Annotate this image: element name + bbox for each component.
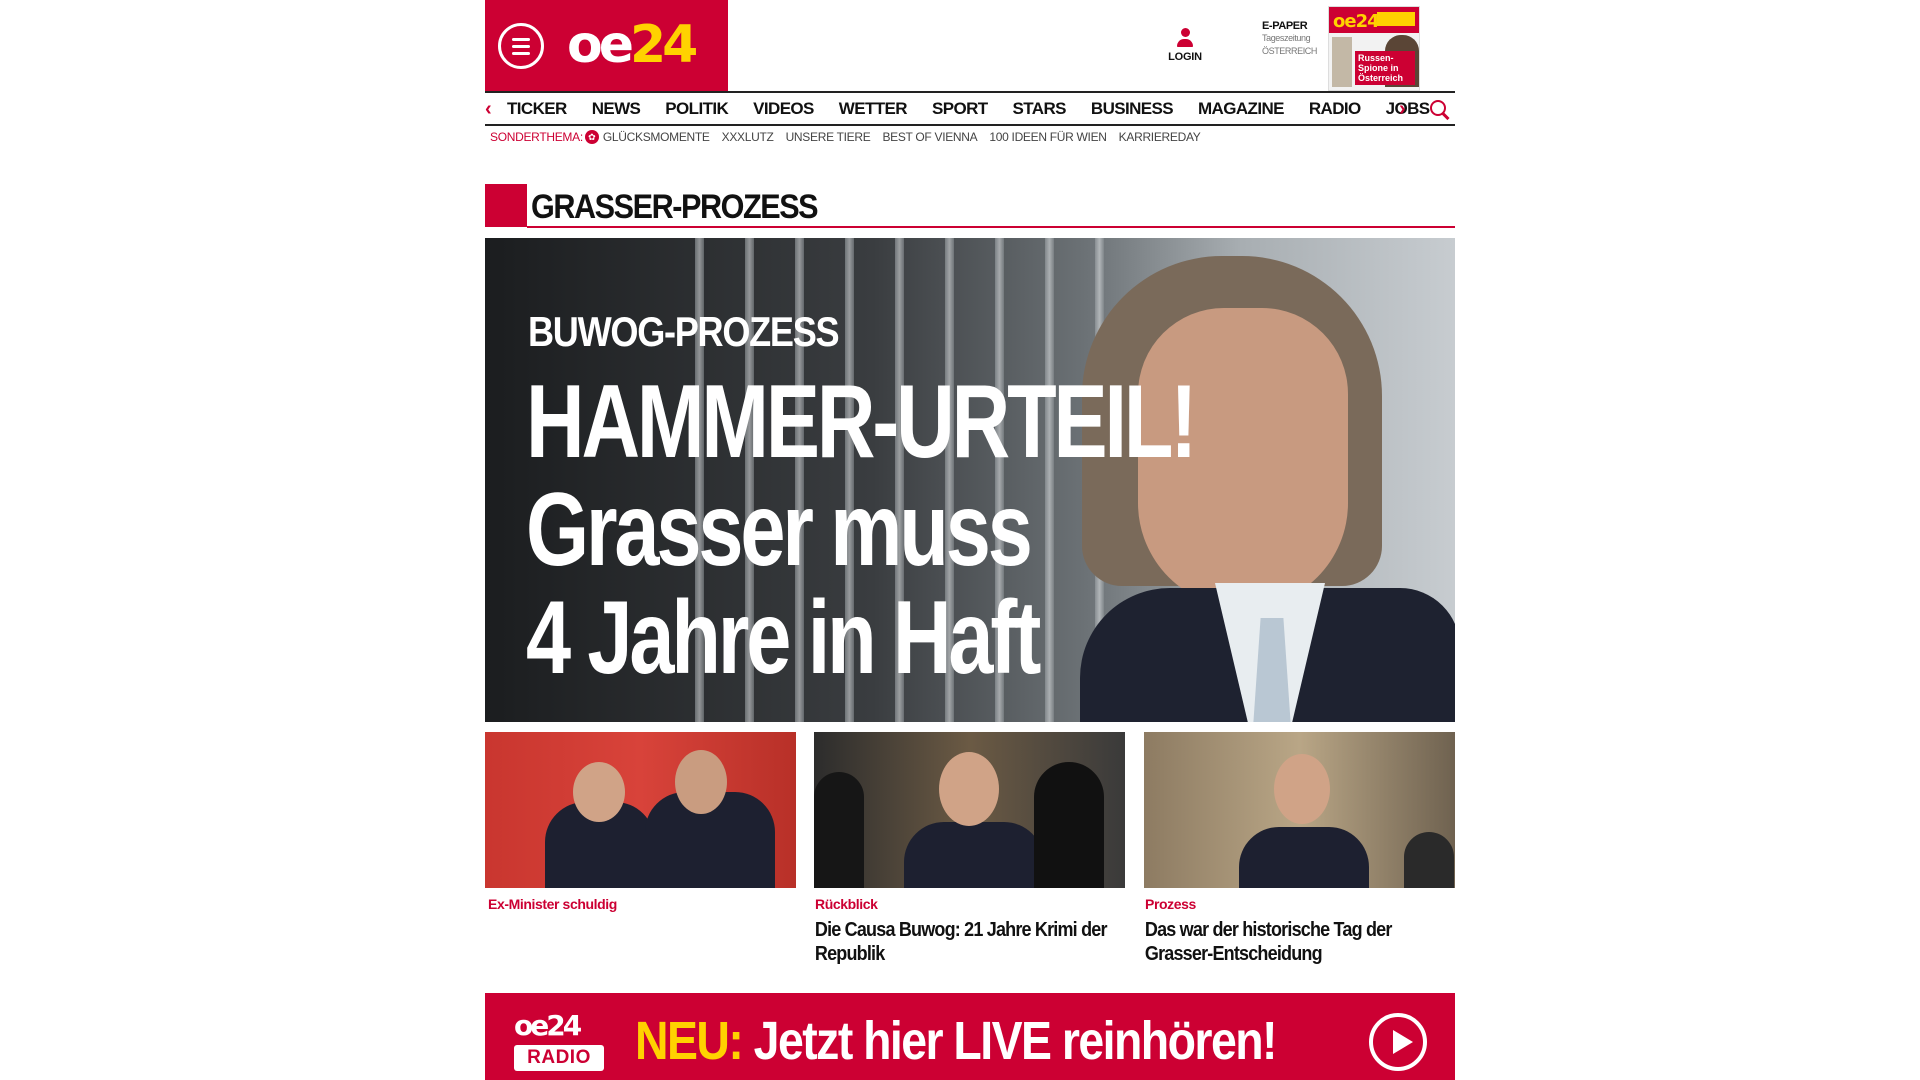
login-label: LOGIN [1168, 51, 1202, 63]
hero-headline-line-1: HAMMER-URTEIL! [526, 364, 1197, 480]
teaser-title: Das war der historische Tag der Grasser-… [1144, 919, 1392, 965]
epaper-subtitle: Tageszeitung [1262, 33, 1311, 43]
play-icon[interactable] [1369, 1013, 1427, 1071]
subnav-item-unsere-tiere[interactable]: UNSERE TIERE [786, 130, 871, 144]
sonderthema-label: SONDERTHEMA: [490, 130, 583, 144]
nav-item-jobs[interactable]: JOBS [1386, 99, 1431, 119]
radio-logo-box: RADIO [514, 1045, 604, 1071]
subnav-item-karriereday[interactable]: KARRIEREDAY [1119, 130, 1201, 144]
nav-item-ticker[interactable]: TICKER [507, 99, 567, 119]
nav-prev-arrow-icon[interactable]: ‹ [485, 99, 492, 119]
section-title[interactable]: GRASSER-PROZESS [531, 188, 819, 226]
section-marker [485, 184, 527, 227]
radio-banner-neu: NEU: [635, 1011, 744, 1071]
subnav-item-best-of-vienna[interactable]: BEST OF VIENNA [882, 130, 977, 144]
user-icon [1176, 28, 1194, 48]
teaser-image [814, 732, 1125, 888]
search-icon[interactable] [1429, 99, 1451, 121]
nav-item-politik[interactable]: POLITIK [665, 99, 728, 119]
teaser-card[interactable]: Ex-Minister schuldig [485, 732, 796, 918]
nav-item-news[interactable]: NEWS [592, 99, 641, 119]
section-heading: GRASSER-PROZESS [485, 184, 1455, 230]
site-logo[interactable]: oe24 [567, 10, 698, 80]
radio-logo-top: oe24 [514, 1009, 582, 1042]
nav-item-stars[interactable]: STARS [1013, 99, 1067, 119]
radio-logo: oe24 RADIO [514, 1011, 606, 1071]
login-button[interactable]: LOGIN [1160, 28, 1210, 63]
hero-article[interactable]: BUWOG-PROZESS HAMMER-URTEIL! Grasser mus… [485, 238, 1455, 722]
teaser-row: Ex-Minister schuldig Rückblick Die Causa… [485, 732, 1455, 972]
hero-headline-line-3: 4 Jahre in Haft [526, 580, 1041, 696]
teaser-image [1144, 732, 1455, 888]
radio-banner[interactable]: oe24 RADIO NEU: Jetzt hier LIVE reinhöre… [485, 993, 1455, 1080]
teaser-image [485, 732, 796, 888]
nav-item-magazine[interactable]: MAGAZINE [1198, 99, 1284, 119]
epaper-title: E-PAPER [1262, 20, 1308, 32]
radio-banner-cta: Jetzt hier LIVE reinhören! [753, 1011, 1278, 1071]
nav-next-arrow-icon[interactable]: › [1399, 99, 1406, 119]
epaper-cover-logo: oe24 [1333, 11, 1380, 32]
nav-items: TICKER NEWS POLITIK VIDEOS WETTER SPORT … [507, 99, 1455, 119]
clover-icon: ✿ [584, 130, 599, 144]
epaper-edition: ÖSTERREICH [1262, 46, 1318, 56]
hero-portrait [1060, 238, 1455, 722]
nav-item-business[interactable]: BUSINESS [1091, 99, 1174, 119]
nav-item-radio[interactable]: RADIO [1309, 99, 1361, 119]
hero-kicker: BUWOG-PROZESS [528, 308, 840, 355]
site-header: oe24 LOGIN E-PAPER Tageszeitung ÖSTERREI… [485, 0, 1455, 91]
subnav-item-xxxlutz[interactable]: XXXLUTZ [722, 130, 774, 144]
teaser-card[interactable]: Prozess Das war der historische Tag der … [1144, 732, 1455, 966]
hamburger-menu-icon[interactable] [498, 23, 544, 69]
page: oe24 LOGIN E-PAPER Tageszeitung ÖSTERREI… [485, 0, 1455, 1080]
section-divider [527, 226, 1455, 228]
teaser-kicker: Ex-Minister schuldig [488, 896, 617, 912]
epaper-link[interactable]: E-PAPER Tageszeitung ÖSTERREICH [1262, 20, 1332, 58]
nav-item-wetter[interactable]: WETTER [839, 99, 908, 119]
subnav-item-100-ideen[interactable]: 100 IDEEN FÜR WIEN [989, 130, 1107, 144]
nav-item-videos[interactable]: VIDEOS [753, 99, 814, 119]
teaser-card[interactable]: Rückblick Die Causa Buwog: 21 Jahre Krim… [814, 732, 1125, 966]
sonderthema-bar: SONDERTHEMA: ✿ GLÜCKSMOMENTE XXXLUTZ UNS… [490, 130, 1213, 144]
epaper-cover-headline: Russen-Spione in Österreich [1355, 51, 1415, 85]
subnav-item-gluecksmomente[interactable]: GLÜCKSMOMENTE [603, 130, 710, 144]
main-nav: ‹ TICKER NEWS POLITIK VIDEOS WETTER SPOR… [485, 91, 1455, 126]
epaper-cover-image[interactable]: oe24 Russen-Spione in Österreich [1328, 6, 1420, 91]
logo-box: oe24 [485, 0, 728, 91]
radio-banner-text: NEU: Jetzt hier LIVE reinhören! [635, 1011, 1278, 1071]
hero-headline-line-2: Grasser muss [526, 472, 1033, 588]
teaser-kicker: Prozess [1145, 896, 1196, 912]
teaser-title: Die Causa Buwog: 21 Jahre Krimi der Repu… [814, 919, 1108, 965]
nav-item-sport[interactable]: SPORT [932, 99, 988, 119]
teaser-kicker: Rückblick [815, 896, 878, 912]
hero-headline: HAMMER-URTEIL! Grasser muss 4 Jahre in H… [526, 364, 1197, 696]
